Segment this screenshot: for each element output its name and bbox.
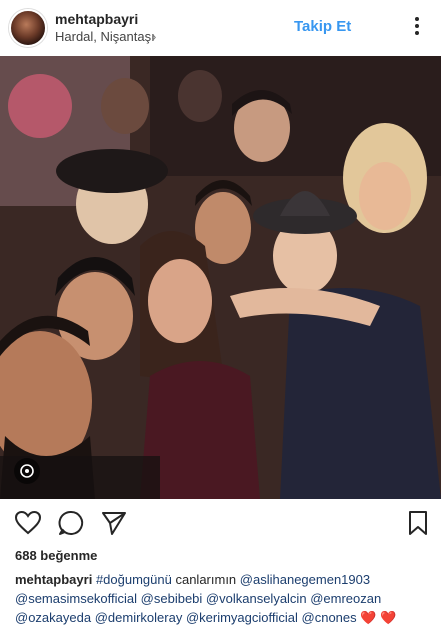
mention-link[interactable]: @ozakayeda: [15, 610, 91, 625]
follow-button[interactable]: Takip Et: [294, 18, 351, 35]
heart-emoji: ❤️: [360, 610, 377, 625]
caption-text: canlarımın: [175, 572, 237, 587]
action-bar: [0, 499, 441, 545]
send-arrow-icon[interactable]: [100, 509, 128, 537]
bookmark-icon[interactable]: [404, 509, 432, 537]
mention-link[interactable]: @sebibebi: [141, 591, 203, 606]
comment-bubble-icon[interactable]: [57, 509, 85, 537]
mention-link[interactable]: @volkanselyalcin: [206, 591, 307, 606]
caption-username[interactable]: mehtapbayri: [15, 572, 92, 587]
post-photo[interactable]: [0, 56, 441, 499]
mention-link[interactable]: @demirkoleray: [95, 610, 183, 625]
avatar[interactable]: [9, 9, 47, 47]
video-indicator-icon: [14, 458, 40, 484]
post-caption: mehtapbayri #doğumgünü canlarımın @aslih…: [15, 570, 435, 627]
likes-count[interactable]: 688 beğenme: [15, 548, 97, 563]
photo-illustration: [0, 56, 441, 499]
heart-emoji: ❤️: [380, 610, 397, 625]
mention-link[interactable]: @aslihanegemen1903: [240, 572, 370, 587]
post-header: mehtapbayri Hardal, Nişantaşı › Takip Et: [0, 0, 441, 56]
location[interactable]: Hardal, Nişantaşı: [55, 29, 155, 44]
more-vertical-icon[interactable]: [402, 11, 432, 41]
mention-link[interactable]: @cnones: [302, 610, 357, 625]
heart-outline-icon[interactable]: [14, 509, 42, 537]
chevron-right-icon: ›: [152, 29, 157, 44]
username[interactable]: mehtapbayri: [55, 11, 138, 27]
caption-hashtag[interactable]: #doğumgünü: [96, 572, 172, 587]
mention-link[interactable]: @semasimsekofficial: [15, 591, 137, 606]
mention-link[interactable]: @kerimyagciofficial: [186, 610, 298, 625]
mention-link[interactable]: @emreozan: [310, 591, 381, 606]
